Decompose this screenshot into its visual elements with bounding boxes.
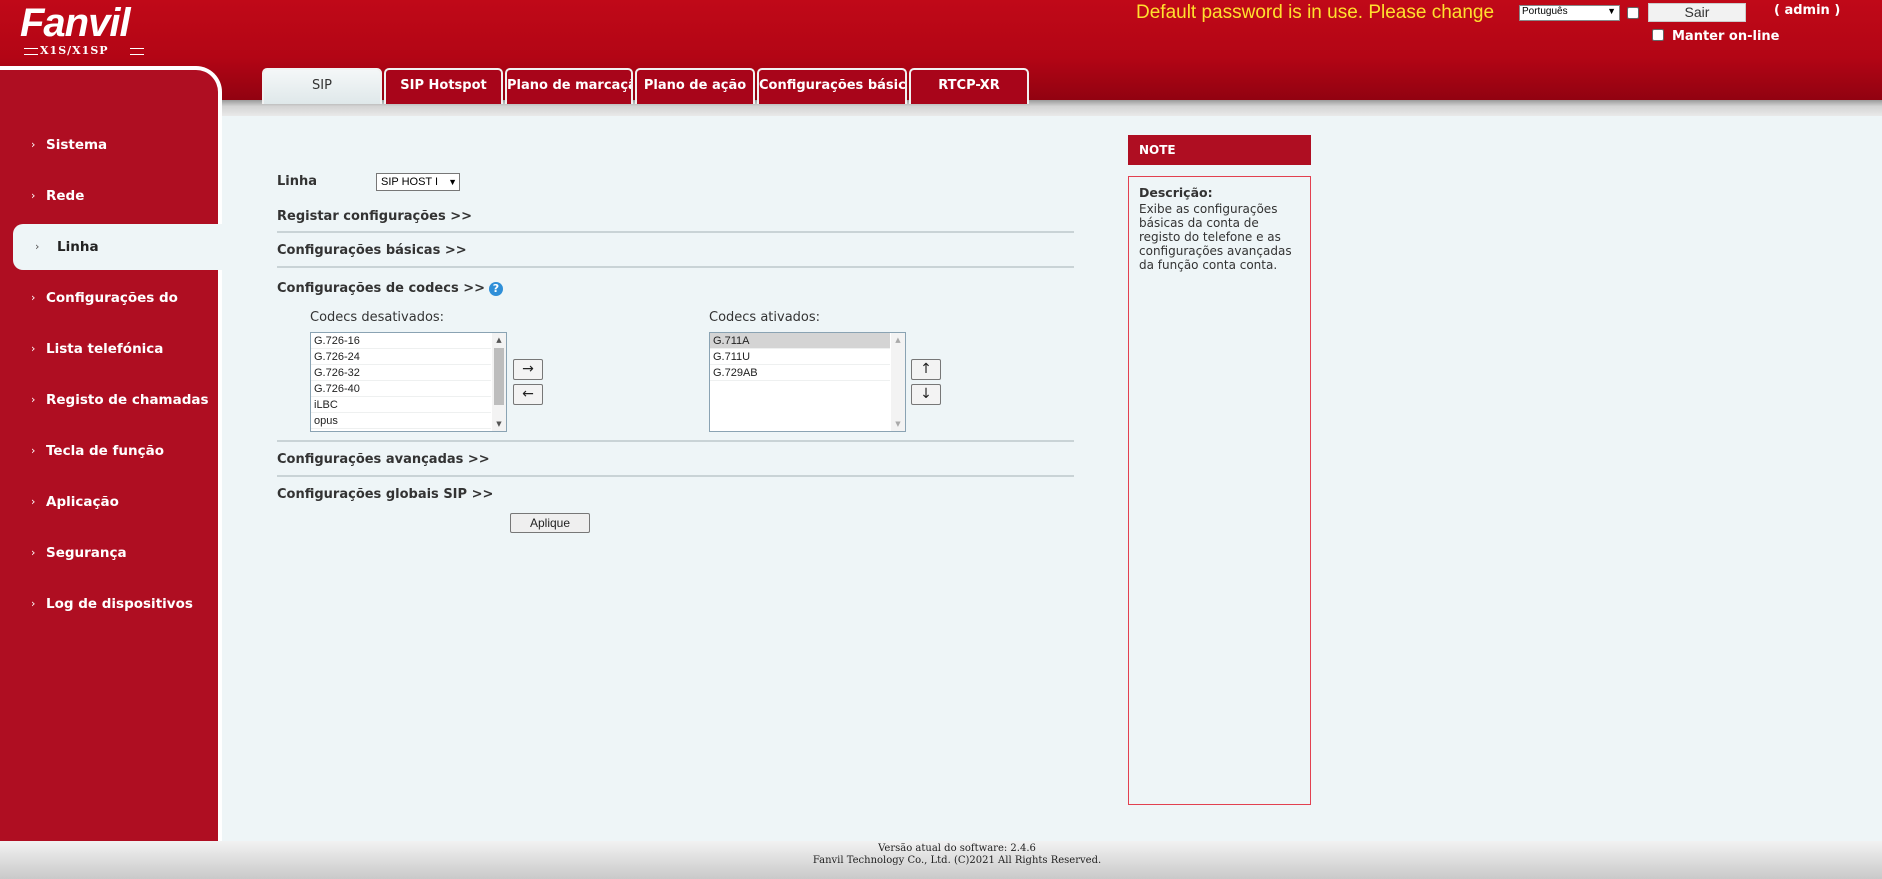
tab-sip[interactable]: SIP: [262, 68, 382, 104]
disabled-codecs-title: Codecs desativados:: [310, 310, 445, 325]
apply-button[interactable]: Aplique: [510, 513, 590, 533]
sidebar-item-label: Log de dispositivos: [46, 596, 193, 612]
fanvil-logo: Fanvil X1S/X1SP: [20, 2, 144, 58]
software-version: Versão atual do software: 2.4.6: [878, 843, 1036, 854]
sidebar-item-registo-chamadas[interactable]: › Registo de chamadas: [0, 377, 218, 423]
keep-online-toggle[interactable]: Manter on-line: [1652, 29, 1780, 44]
chevron-right-icon: ›: [31, 393, 36, 406]
chevron-right-icon: ›: [31, 342, 36, 355]
chevron-right-icon: ›: [31, 189, 36, 202]
sidebar-item-tecla-funcao[interactable]: › Tecla de função: [0, 428, 218, 474]
tab-basic-settings[interactable]: Configurações básicas: [757, 68, 907, 104]
codec-settings-link[interactable]: Configurações de codecs >>?: [277, 281, 503, 296]
logo-model: X1S/X1SP: [40, 44, 109, 57]
chevron-right-icon: ›: [31, 546, 36, 559]
logo-decoration-right: [130, 48, 144, 55]
sidebar-item-label: Aplicação: [46, 494, 119, 510]
chevron-right-icon: ›: [31, 291, 36, 304]
password-warning[interactable]: Default password is in use. Please chang…: [1136, 2, 1494, 24]
chevron-right-icon: ›: [35, 240, 40, 253]
move-down-button[interactable]: ↓: [911, 384, 941, 405]
copyright: Fanvil Technology Co., Ltd. (C)2021 All …: [812, 855, 1102, 866]
tab-dial-plan[interactable]: Plano de marcação: [505, 68, 633, 104]
sidebar-item-label: Rede: [46, 188, 85, 204]
note-panel: Descrição: Exibe as configurações básica…: [1128, 176, 1311, 805]
scroll-up-icon[interactable]: ▲: [891, 333, 905, 347]
header-checkbox[interactable]: [1627, 7, 1639, 19]
chevron-right-icon: ›: [31, 597, 36, 610]
footer: Versão atual do software: 2.4.6 Fanvil T…: [0, 841, 1882, 879]
sidebar-item-label: Lista telefónica: [46, 341, 164, 357]
current-user: ( admin ): [1774, 3, 1841, 18]
sidebar-item-linha[interactable]: › Linha: [13, 224, 222, 270]
global-sip-settings-link[interactable]: Configurações globais SIP >>: [277, 487, 493, 502]
sidebar-item-label: Tecla de função: [46, 443, 165, 459]
sidebar-item-aplicacao[interactable]: › Aplicação: [0, 479, 218, 525]
logo-brand: Fanvil: [20, 1, 131, 45]
chevron-down-icon: ▼: [1607, 6, 1616, 16]
language-select[interactable]: Português ▼: [1519, 5, 1620, 21]
note-title: Descrição:: [1139, 185, 1213, 200]
sidebar-item-label: Registo de chamadas: [46, 392, 209, 408]
move-right-button[interactable]: →: [513, 359, 543, 380]
scroll-down-icon[interactable]: ▼: [891, 417, 905, 431]
note-header: NOTE: [1128, 135, 1311, 165]
scroll-thumb[interactable]: [494, 348, 504, 405]
keep-online-checkbox[interactable]: [1652, 29, 1664, 41]
sidebar-item-label: Segurança: [46, 545, 127, 561]
note-text: Exibe as configurações básicas da conta …: [1139, 202, 1292, 272]
line-label: Linha: [277, 174, 318, 189]
advanced-settings-link[interactable]: Configurações avançadas >>: [277, 452, 490, 467]
scroll-up-icon[interactable]: ▲: [492, 333, 506, 347]
divider: [277, 475, 1074, 477]
chevron-right-icon: ›: [31, 495, 36, 508]
enabled-codecs-list[interactable]: G.711A G.711U G.729AB ▲ ▼: [709, 332, 906, 432]
sidebar-item-log-dispositivos[interactable]: › Log de dispositivos: [0, 581, 218, 627]
list-item[interactable]: G.726-40: [311, 381, 491, 397]
chevron-right-icon: ›: [31, 444, 36, 457]
codec-settings-label: Configurações de codecs >>: [277, 281, 485, 296]
scroll-down-icon[interactable]: ▼: [492, 417, 506, 431]
sidebar-item-rede[interactable]: › Rede: [0, 173, 218, 219]
move-left-button[interactable]: ←: [513, 384, 543, 405]
tab-action-plan[interactable]: Plano de ação: [635, 68, 755, 104]
tab-rtcp-xr[interactable]: RTCP-XR: [909, 68, 1029, 104]
sidebar-item-seguranca[interactable]: › Segurança: [0, 530, 218, 576]
chevron-right-icon: ›: [31, 138, 36, 151]
register-settings-link[interactable]: Registar configurações >>: [277, 209, 472, 224]
list-item[interactable]: G.726-32: [311, 365, 491, 381]
divider: [277, 231, 1074, 233]
sidebar-item-lista-telefonica[interactable]: › Lista telefónica: [0, 326, 218, 372]
list-item[interactable]: G.726-24: [311, 349, 491, 365]
list-item[interactable]: opus: [311, 413, 491, 429]
help-icon[interactable]: ?: [489, 282, 503, 296]
logout-button[interactable]: Sair: [1648, 3, 1746, 22]
list-item[interactable]: G.726-16: [311, 333, 491, 349]
scrollbar[interactable]: ▲ ▼: [891, 333, 905, 431]
sidebar-item-sistema[interactable]: › Sistema: [0, 122, 218, 168]
divider: [277, 440, 1074, 442]
disabled-codecs-list[interactable]: G.726-16 G.726-24 G.726-32 G.726-40 iLBC…: [310, 332, 507, 432]
basic-settings-link[interactable]: Configurações básicas >>: [277, 243, 467, 258]
sidebar-item-label: Configurações do: [46, 290, 178, 306]
line-select-value: SIP HOST I: [381, 176, 439, 188]
tab-sip-hotspot[interactable]: SIP Hotspot: [384, 68, 503, 104]
list-item[interactable]: G.711U: [710, 349, 890, 365]
list-item[interactable]: G.729AB: [710, 365, 890, 381]
divider: [277, 266, 1074, 268]
language-selected: Português: [1522, 6, 1568, 17]
keep-online-label: Manter on-line: [1672, 29, 1780, 44]
sidebar-item-label: Sistema: [46, 137, 108, 153]
chevron-down-icon: ▼: [448, 177, 457, 187]
sidebar-item-label: Linha: [57, 239, 99, 255]
sidebar-item-configuracoes[interactable]: › Configurações do: [0, 275, 218, 321]
logo-decoration-left: [24, 48, 38, 55]
enabled-codecs-title: Codecs ativados:: [709, 310, 821, 325]
scrollbar[interactable]: ▲ ▼: [492, 333, 506, 431]
list-item[interactable]: G.711A: [710, 333, 890, 349]
move-up-button[interactable]: ↑: [911, 359, 941, 380]
list-item[interactable]: iLBC: [311, 397, 491, 413]
sidebar: › Sistema › Rede › Linha › Configurações do …: [0, 66, 222, 842]
line-select[interactable]: SIP HOST I ▼: [376, 173, 460, 191]
